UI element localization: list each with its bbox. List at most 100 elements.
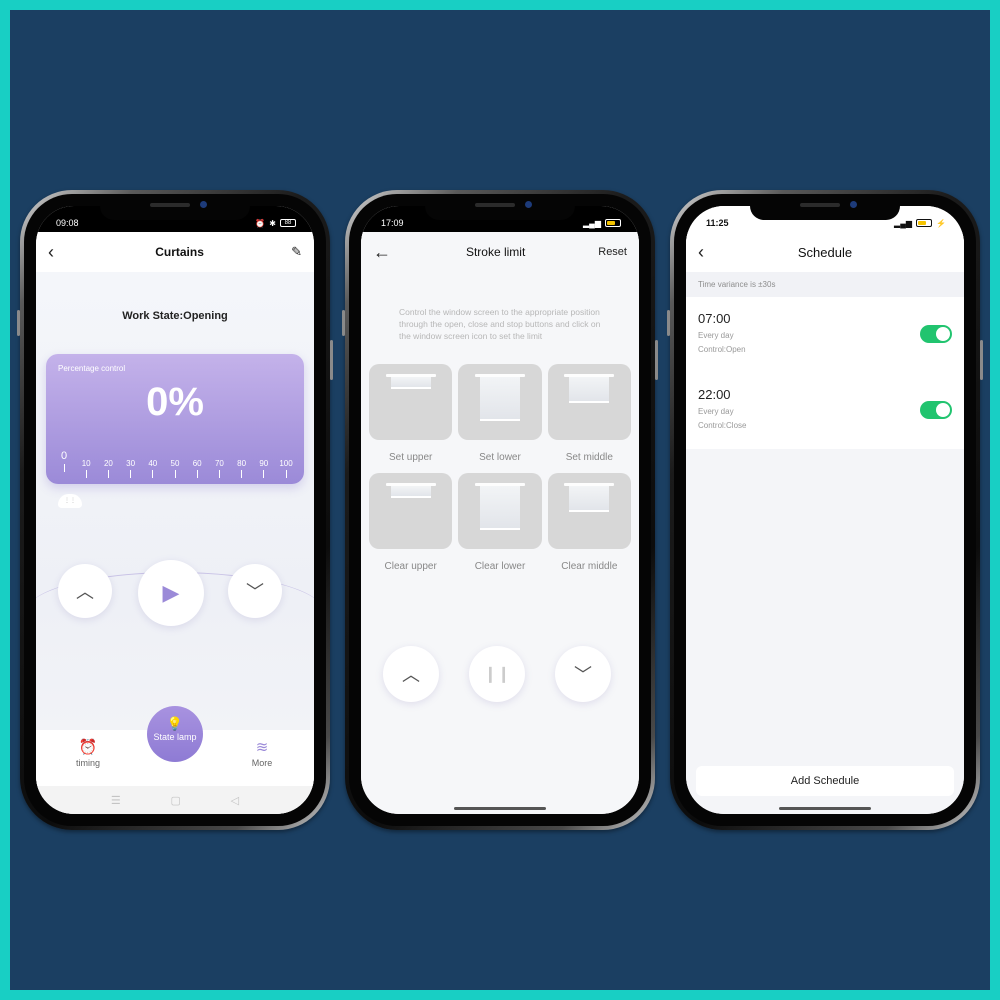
limit-label: Set middle bbox=[565, 452, 613, 463]
schedule-time: 22:00 bbox=[698, 387, 731, 402]
notch bbox=[750, 194, 900, 220]
percentage-card: Percentage control 0% 0 10 20 30 40 50 60 70 80 9… bbox=[46, 354, 304, 484]
limit-label: Clear lower bbox=[474, 561, 526, 572]
add-schedule-button[interactable]: Add Schedule bbox=[696, 766, 954, 796]
limit-cell[interactable]: Set upper bbox=[369, 364, 453, 463]
edit-icon[interactable]: ✎ bbox=[291, 244, 302, 260]
page-title: Stroke limit bbox=[465, 245, 526, 259]
window-screen-icon[interactable] bbox=[458, 473, 542, 549]
home-indicator[interactable] bbox=[454, 807, 546, 810]
back-icon[interactable]: ‹ bbox=[48, 242, 68, 263]
limit-label: Set lower bbox=[479, 452, 521, 463]
schedule-item[interactable]: 07:00 Every day Control:Open bbox=[686, 297, 964, 373]
layers-icon: ≋ bbox=[255, 739, 269, 756]
play-button[interactable]: ▶ bbox=[138, 560, 204, 626]
reset-button[interactable]: Reset bbox=[598, 246, 627, 258]
scale-tick: 90 bbox=[254, 459, 274, 478]
page-title: Schedule bbox=[797, 244, 853, 260]
limit-cell[interactable]: Clear middle bbox=[547, 473, 631, 572]
background-canvas: 09:08 ⏰ ✱ 88 ‹ Curtains ✎ Work State:Ope… bbox=[10, 10, 990, 990]
scale-tick: 0 bbox=[54, 450, 74, 472]
menu-icon[interactable]: ☰ bbox=[111, 794, 121, 807]
window-screen-icon[interactable] bbox=[369, 473, 453, 549]
battery-icon: 88 bbox=[280, 219, 296, 227]
signal-icon: ▂▄▆ bbox=[894, 218, 913, 228]
lightbulb-icon: 💡 bbox=[166, 716, 184, 731]
notch bbox=[100, 194, 250, 220]
limit-label: Clear middle bbox=[561, 561, 618, 572]
instruction-text: Control the window screen to the appropr… bbox=[399, 307, 601, 341]
tab-timing[interactable]: ⏰ timing bbox=[58, 738, 118, 768]
limit-grid: Set upper Set lower Set middle Clear upper C… bbox=[369, 364, 631, 572]
phone-curtains: 09:08 ⏰ ✱ 88 ‹ Curtains ✎ Work State:Ope… bbox=[17, 190, 333, 830]
volume-button bbox=[17, 310, 20, 336]
back-nav-icon[interactable]: ◁ bbox=[231, 794, 239, 807]
open-button[interactable]: ︿ bbox=[58, 564, 112, 618]
stroke-body: ← Stroke limit Reset Control the window … bbox=[361, 232, 639, 814]
scale-tick: 40 bbox=[143, 459, 163, 478]
close-button[interactable]: ﹀ bbox=[228, 564, 282, 618]
alarm-icon: ⏰ bbox=[255, 218, 266, 228]
chevron-down-icon: ﹀ bbox=[574, 665, 592, 685]
percentage-slider[interactable]: 0 10 20 30 40 50 60 70 80 90 100 bbox=[61, 440, 293, 478]
schedule-control: Control:Close bbox=[698, 421, 747, 430]
tab-more[interactable]: ≋ More bbox=[232, 738, 292, 768]
scale-tick: 60 bbox=[187, 459, 207, 478]
schedule-repeat: Every day bbox=[698, 331, 734, 340]
volume-button bbox=[667, 310, 670, 336]
limit-cell[interactable]: Clear lower bbox=[458, 473, 542, 572]
scale-tick: 30 bbox=[121, 459, 141, 478]
screen-schedule: 11:25 ▂▄▆ ⚡ ‹ Schedule Time variance is … bbox=[686, 206, 964, 814]
home-indicator[interactable] bbox=[779, 807, 871, 810]
back-icon[interactable]: ‹ bbox=[698, 242, 718, 263]
page-title: Curtains bbox=[155, 245, 204, 259]
status-time: 09:08 bbox=[56, 218, 79, 228]
cloud-icon: ⋮⋮ bbox=[58, 494, 82, 508]
state-lamp-button[interactable]: 💡 State lamp bbox=[147, 706, 203, 762]
pause-icon: ❙❙ bbox=[483, 666, 511, 683]
scale-tick: 20 bbox=[98, 459, 118, 478]
curtain-body: Work State:Opening Percentage control 0%… bbox=[36, 272, 314, 814]
scale-tick: 100 bbox=[276, 459, 296, 478]
chevron-down-icon: ﹀ bbox=[246, 582, 264, 602]
signal-icon: ▂▄▆ bbox=[583, 218, 601, 228]
schedule-toggle[interactable] bbox=[920, 325, 952, 343]
bottom-tab-bar: ⏰ timing 💡 State lamp ≋ More bbox=[36, 706, 314, 786]
schedule-control: Control:Open bbox=[698, 345, 746, 354]
percentage-value: 0% bbox=[146, 380, 204, 424]
pause-button[interactable]: ❙❙ bbox=[469, 646, 525, 702]
scale-tick: 50 bbox=[165, 459, 185, 478]
schedule-body: ‹ Schedule Time variance is ±30s 07:00 Ev… bbox=[686, 232, 964, 814]
window-screen-icon[interactable] bbox=[547, 473, 631, 549]
work-state: Work State:Opening bbox=[122, 310, 228, 322]
back-arrow-icon[interactable]: ← bbox=[373, 242, 393, 263]
limit-cell[interactable]: Set lower bbox=[458, 364, 542, 463]
battery-icon bbox=[605, 219, 621, 227]
schedule-list: 07:00 Every day Control:Open 22:00 Every day… bbox=[686, 297, 964, 449]
scale-tick: 80 bbox=[232, 459, 252, 478]
schedule-time: 07:00 bbox=[698, 311, 731, 326]
play-icon: ▶ bbox=[162, 580, 180, 605]
limit-label: Set upper bbox=[388, 452, 433, 463]
close-button[interactable]: ﹀ bbox=[555, 646, 611, 702]
alarm-clock-icon: ⏰ bbox=[78, 739, 98, 756]
window-screen-icon[interactable] bbox=[547, 364, 631, 440]
chevron-up-icon: ︿ bbox=[402, 665, 420, 685]
charging-icon: ⚡ bbox=[936, 218, 946, 228]
limit-cell[interactable]: Set middle bbox=[547, 364, 631, 463]
schedule-item[interactable]: 22:00 Every day Control:Close bbox=[686, 373, 964, 449]
schedule-toggle[interactable] bbox=[920, 401, 952, 419]
system-nav-bar: ☰ ▢ ◁ bbox=[36, 786, 314, 814]
scale-tick: 10 bbox=[76, 459, 96, 478]
limit-cell[interactable]: Clear upper bbox=[369, 473, 453, 572]
open-button[interactable]: ︿ bbox=[383, 646, 439, 702]
volume-button bbox=[342, 310, 345, 336]
limit-label: Clear upper bbox=[384, 561, 437, 572]
notch bbox=[425, 194, 575, 220]
window-screen-icon[interactable] bbox=[369, 364, 453, 440]
home-icon[interactable]: ▢ bbox=[171, 794, 181, 807]
percentage-label: Percentage control bbox=[58, 364, 126, 373]
window-screen-icon[interactable] bbox=[458, 364, 542, 440]
screen-curtains: 09:08 ⏰ ✱ 88 ‹ Curtains ✎ Work State:Ope… bbox=[36, 206, 314, 814]
status-time: 11:25 bbox=[706, 218, 729, 228]
